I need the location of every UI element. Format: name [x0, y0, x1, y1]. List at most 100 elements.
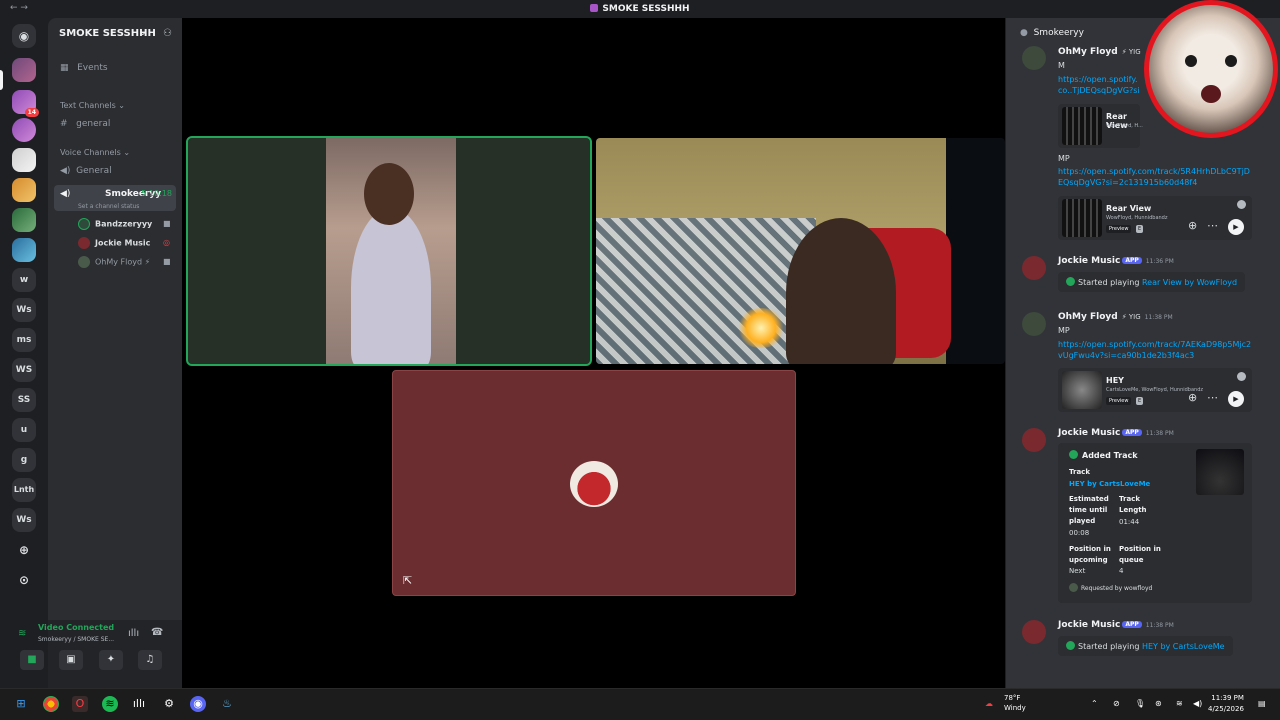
more-icon[interactable]: ⋯ [1207, 219, 1218, 232]
volume-icon[interactable]: ◀) [1193, 699, 1202, 708]
server-icon[interactable] [12, 208, 36, 232]
chrome-icon[interactable] [43, 696, 59, 712]
weather-widget[interactable]: 78°F Windy [1004, 693, 1026, 713]
steam-icon[interactable]: ♨ [219, 696, 235, 712]
avatar[interactable] [1022, 620, 1046, 644]
invite-icon[interactable]: ⚇ [163, 28, 172, 39]
message-author[interactable]: Jockie Music APP 11:38 PM [1058, 428, 1174, 438]
opera-icon[interactable]: O [72, 696, 88, 712]
server-icon[interactable] [12, 58, 36, 82]
message-text: M [1058, 61, 1065, 70]
clock[interactable]: 11:39 PM 4/25/2026 [1208, 693, 1244, 715]
voice-category[interactable]: Voice Channels ⌄ [60, 148, 130, 157]
spotify-icon[interactable]: ≋ [102, 696, 118, 712]
server-u[interactable]: u [12, 418, 36, 442]
person-silhouette [786, 218, 896, 364]
lighter-flame [736, 308, 786, 348]
server-icon [590, 4, 599, 12]
voice-channel-general[interactable]: ◀) General [60, 166, 112, 176]
embed-title: HEY [1106, 376, 1124, 385]
activities-button[interactable]: ✦ [99, 650, 123, 670]
events-item[interactable]: ▦ Events [60, 63, 108, 73]
server-w[interactable]: w [12, 268, 36, 292]
server-icon[interactable] [12, 178, 36, 202]
server-icon[interactable]: 14 [12, 90, 39, 117]
server-g[interactable]: g [12, 448, 36, 472]
server-icon[interactable] [12, 238, 36, 262]
text-category[interactable]: Text Channels ⌄ [60, 101, 125, 110]
discord-home-icon[interactable]: ◉ [12, 24, 36, 48]
message-author[interactable]: OhMy Floyd ⚡ YIG 11:38 PM [1058, 312, 1173, 322]
security-icon[interactable]: ⊛ [1155, 699, 1162, 708]
field-label: Position in [1119, 545, 1161, 553]
avatar[interactable] [1022, 428, 1046, 452]
voice-member[interactable]: OhMy Floyd ⚡ [78, 256, 150, 270]
spotify-icon [1066, 641, 1075, 650]
app-icon[interactable]: ⚙ [161, 696, 177, 712]
avatar [1069, 583, 1078, 592]
camera-button[interactable]: ■ [20, 650, 44, 670]
server-lnth[interactable]: Lnth [12, 478, 36, 502]
bed [596, 218, 816, 364]
channel-status[interactable]: Set a channel status [78, 203, 139, 210]
wifi-icon[interactable]: ≋ [1176, 699, 1183, 708]
spotify-embed[interactable]: Rear View WowFloyd, Hunnidbandz Preview … [1058, 196, 1252, 240]
message-text: MP [1058, 326, 1070, 335]
add-server-icon[interactable]: ⊕ [12, 538, 36, 562]
field-label: Track [1119, 495, 1140, 503]
discord-icon[interactable]: ◉ [190, 696, 206, 712]
chevron-down-icon[interactable]: ⌄ [139, 28, 147, 38]
server-ws-2[interactable]: WS [12, 358, 36, 382]
user-avatar [570, 461, 618, 507]
network-off-icon[interactable]: ⊘ [1113, 699, 1120, 708]
server-ws-3[interactable]: Ws [12, 508, 36, 532]
field-value: 00:08 [1069, 529, 1090, 537]
chat-header: ● Smokeeryy [1020, 28, 1084, 38]
screen-share-icon[interactable]: ⇱ [403, 574, 412, 587]
more-icon[interactable]: ⋯ [1207, 391, 1218, 404]
spotify-embed[interactable]: HEY CartsLoveMe, WowFloyd, Hunnidbandz P… [1058, 368, 1252, 412]
server-ms[interactable]: ms [12, 328, 36, 352]
message-author[interactable]: Jockie Music APP 11:36 PM [1058, 256, 1174, 266]
voice-status[interactable]: Video Connected [38, 623, 114, 632]
camera-feed [326, 138, 456, 364]
avatar[interactable] [1022, 256, 1046, 280]
windows-start-icon[interactable]: ⊞ [13, 696, 29, 712]
voice-member[interactable]: Bandzzeryyy [78, 218, 152, 232]
microphone-icon[interactable]: 🎙 [1135, 699, 1145, 708]
audio-app-icon[interactable]: ıllı [131, 696, 147, 712]
track-link[interactable]: HEY by CartsLoveMe [1069, 479, 1150, 490]
signal-icon[interactable]: ≋ [18, 628, 26, 639]
noise-suppression-icon[interactable]: ıllı [128, 628, 139, 639]
spotify-embed[interactable]: Rear View WowFloyd, H... [1058, 104, 1143, 148]
server-icon[interactable] [12, 148, 36, 172]
video-tile-bandzzeryyy[interactable] [186, 136, 592, 366]
message-author[interactable]: Jockie Music APP 11:38 PM [1058, 620, 1174, 630]
discover-icon[interactable]: ⊙ [12, 568, 36, 592]
play-icon[interactable]: ▶ [1228, 219, 1244, 235]
add-icon[interactable]: ⊕ [1188, 391, 1197, 404]
server-ws[interactable]: Ws [12, 298, 36, 322]
voice-member[interactable]: Jockie Music [78, 237, 150, 251]
channel-general[interactable]: # general [60, 119, 110, 129]
speaker-icon: ◀) [60, 166, 71, 176]
soundboard-button[interactable]: ♫ [138, 650, 162, 670]
spotify-link[interactable]: https://open.spotify.com/track/7AEKaD98p… [1058, 339, 1253, 361]
webcam-overlay [1144, 0, 1278, 138]
screen-share-button[interactable]: ▣ [59, 650, 83, 670]
avatar[interactable] [1022, 46, 1046, 70]
chevron-up-icon[interactable]: ⌃ [1091, 699, 1098, 708]
play-icon[interactable]: ▶ [1228, 391, 1244, 407]
disconnect-icon[interactable]: ☎ [151, 627, 163, 638]
server-ss[interactable]: SS [12, 388, 36, 412]
server-icon[interactable] [12, 118, 36, 142]
notification-icon[interactable]: ▤ [1258, 699, 1266, 708]
selected-indicator [0, 70, 3, 90]
spotify-link[interactable]: https://open.spotify.co..TjDEQsqDgVG?si=… [1058, 74, 1140, 98]
spotify-link[interactable]: https://open.spotify.com/track/5R4HrhDLb… [1058, 166, 1253, 188]
message-author[interactable]: OhMy Floyd ⚡ YIG [1058, 47, 1141, 57]
avatar[interactable] [1022, 312, 1046, 336]
video-tile-jockie-music[interactable]: ⇱ [392, 370, 796, 596]
add-icon[interactable]: ⊕ [1188, 219, 1197, 232]
video-tile-ohmy-floyd[interactable] [596, 138, 1005, 364]
